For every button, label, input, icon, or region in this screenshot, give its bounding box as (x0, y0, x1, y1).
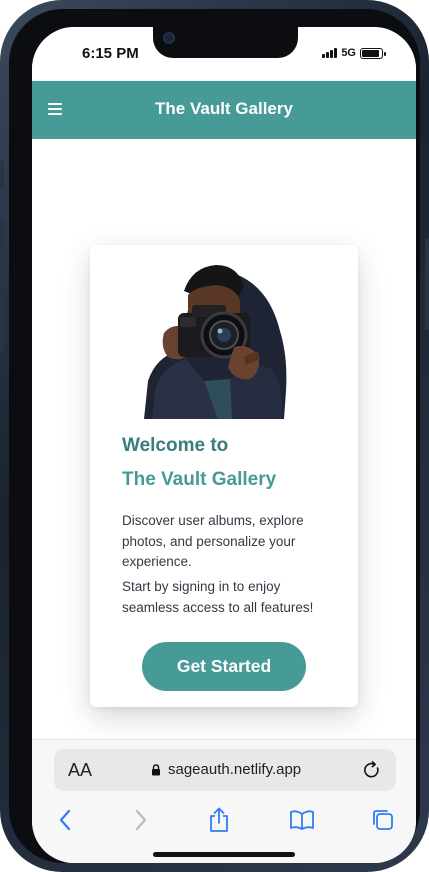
home-indicator (153, 852, 295, 857)
network-type: 5G (341, 47, 356, 59)
welcome-card: Welcome to The Vault Gallery Discover us… (90, 245, 358, 707)
welcome-heading: Welcome to (122, 435, 229, 456)
volume-down-button (0, 294, 4, 352)
battery-icon (360, 47, 386, 59)
welcome-subtext: Start by signing in to enjoy seamless ac… (122, 579, 314, 615)
address-bar[interactable]: AA sageauth.netlify.app (54, 749, 396, 791)
main-content: Welcome to The Vault Gallery Discover us… (32, 139, 416, 739)
forward-icon[interactable] (127, 806, 155, 834)
power-button (425, 238, 429, 330)
brand-heading: The Vault Gallery (122, 469, 277, 490)
welcome-description: Discover user albums, explore photos, an… (122, 513, 304, 569)
browser-toolbar (32, 806, 416, 836)
status-indicators: 5G (322, 47, 386, 59)
share-icon[interactable] (205, 806, 233, 834)
notch (153, 27, 298, 58)
get-started-button[interactable]: Get Started (142, 642, 306, 691)
text-size-button[interactable]: AA (68, 760, 92, 781)
text-size-label: AA (68, 760, 93, 780)
back-icon[interactable] (51, 806, 79, 834)
phone-frame: 6:15 PM 5G The Vault Gallery Welcome to … (0, 0, 429, 872)
front-camera (163, 32, 175, 44)
url-text: sageauth.netlify.app (168, 761, 302, 778)
photographer-illustration (144, 265, 287, 419)
app-title: The Vault Gallery (155, 99, 293, 118)
screen: 6:15 PM 5G The Vault Gallery Welcome to … (32, 27, 416, 863)
browser-chrome: AA sageauth.netlify.app (32, 739, 416, 863)
status-bar: 6:15 PM 5G (32, 27, 416, 81)
tabs-icon[interactable] (369, 806, 397, 834)
bookmarks-icon[interactable] (288, 806, 316, 834)
battery-level (362, 49, 380, 57)
mute-switch (0, 160, 4, 190)
status-time: 6:15 PM (82, 45, 139, 62)
lock-icon (152, 764, 160, 776)
signal-icon (322, 48, 338, 58)
phone-bezel: 6:15 PM 5G The Vault Gallery Welcome to … (9, 9, 420, 863)
volume-up-button (0, 218, 4, 276)
reload-icon[interactable] (362, 760, 382, 780)
app-header: The Vault Gallery (32, 81, 416, 139)
